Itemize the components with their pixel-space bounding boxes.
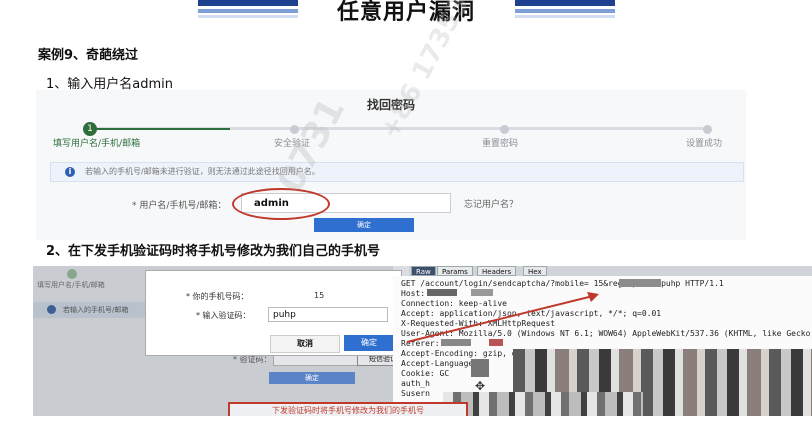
step-dot-1: 1	[83, 122, 97, 136]
step2-text: 2、在下发手机验证码时将手机号修改为我们自己的手机号	[46, 244, 381, 259]
bg-step-label: 填写用户名/手机/邮箱	[37, 281, 105, 289]
bg-confirm-button: 确定	[269, 372, 355, 384]
redaction-block	[471, 359, 489, 377]
highlight-oval	[232, 188, 330, 220]
username-label: * 用户名/手机号/邮箱：	[132, 201, 227, 211]
dialog-ok-button[interactable]: 确定	[344, 335, 394, 351]
case-title: 案例9、奇葩绕过	[38, 48, 139, 63]
code-label: * 输入验证码：	[196, 311, 251, 320]
redaction-block	[619, 279, 661, 287]
tab-raw[interactable]: Raw	[411, 266, 436, 276]
confirm-button[interactable]: 确定	[314, 218, 414, 232]
annotation-caption: 下发验证码时将手机号修改为我们的手机号	[228, 402, 468, 416]
info-bar: i 若输入的手机号/邮箱未进行验证，则无法通过此途径找回用户名。	[50, 162, 744, 182]
request-header: Cookie: GC	[401, 369, 450, 378]
step-label-2: 安全验证	[274, 139, 311, 149]
request-header: Accept-Language:	[401, 359, 479, 368]
captcha-input[interactable]: puhp	[268, 307, 388, 322]
step-dot-2	[290, 125, 299, 134]
captcha-dialog: * 你的手机号码： 15 * 输入验证码： puhp 取消 确定	[145, 270, 402, 356]
captcha-intercept-screenshot: 填写用户名/手机/邮箱 若输入的手机号/邮箱 * 验证码： 短信验证 确定 * …	[33, 266, 812, 416]
phone-label: * 你的手机号码：	[186, 292, 249, 301]
forgot-username-link[interactable]: 忘记用户名？	[464, 197, 518, 210]
step-label-3: 重置密码	[482, 139, 519, 149]
phone-value: 15	[314, 291, 325, 300]
info-text: 若输入的手机号/邮箱未进行验证，则无法通过此途径找回用户名。	[85, 167, 320, 176]
cancel-button[interactable]: 取消	[270, 335, 340, 353]
move-cursor-icon: ✥	[475, 379, 486, 393]
step-dot-4	[703, 125, 712, 134]
step-label-4: 设置成功	[686, 139, 723, 149]
tab-headers[interactable]: Headers	[477, 266, 517, 276]
red-arrow-icon	[406, 292, 599, 343]
tab-params[interactable]: Params	[437, 266, 473, 276]
page-title: 任意用户漏洞	[336, 0, 475, 25]
progress-fill	[90, 128, 230, 130]
burp-tab-strip: Raw Params Headers Hex	[409, 266, 812, 276]
step-label-1: 填写用户名/手机/邮箱	[53, 139, 141, 149]
request-header: auth_h	[401, 379, 430, 388]
redaction-mosaic	[443, 392, 643, 416]
info-icon: i	[65, 167, 75, 177]
bg-info-icon	[47, 305, 56, 314]
request-header: Susern	[401, 389, 430, 398]
bg-info-text: 若输入的手机号/邮箱	[63, 306, 129, 314]
step-dot-3	[500, 125, 509, 134]
bg-step-dot	[67, 269, 77, 279]
tab-hex[interactable]: Hex	[523, 266, 547, 276]
